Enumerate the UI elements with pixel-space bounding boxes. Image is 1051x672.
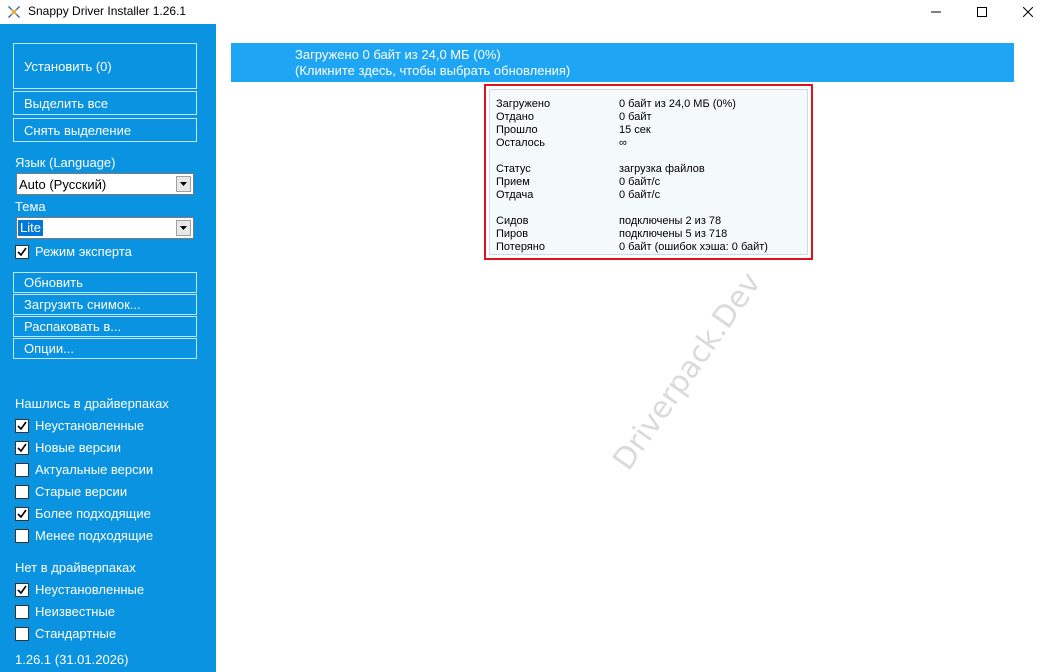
notfound-filter-label: Стандартные	[35, 626, 117, 641]
stats-key: Прием	[496, 176, 530, 188]
checkbox-box[interactable]	[15, 484, 29, 499]
download-stats-popup: Загружено 0 байт из 24,0 МБ (0%) Отдано 0 б…	[484, 84, 813, 260]
stats-key: Потеряно	[496, 241, 545, 253]
notfound-filter-checkbox[interactable]: Неустановленные	[15, 582, 144, 597]
stats-row: Прием 0 байт/с	[496, 176, 806, 189]
stats-row: Отдано 0 байт	[496, 111, 806, 124]
checkbox-box[interactable]	[15, 626, 29, 641]
checkbox-box[interactable]	[15, 528, 29, 543]
notfound-filter-checkbox[interactable]: Стандартные	[15, 626, 116, 641]
found-filter-label: Неустановленные	[35, 418, 145, 433]
download-stats-table: Загружено 0 байт из 24,0 МБ (0%) Отдано 0 б…	[489, 89, 808, 255]
notfound-filter-checkbox[interactable]: Неизвестные	[15, 604, 115, 619]
stats-value: подключены 5 из 718	[619, 228, 728, 240]
expert-mode-label: Режим эксперта	[35, 244, 132, 259]
stats-key: Статус	[496, 163, 531, 175]
minimize-button[interactable]	[913, 0, 959, 24]
stats-row: Прошло 15 сек	[496, 124, 806, 137]
stats-row: Пиров подключены 5 из 718	[496, 228, 806, 241]
download-banner[interactable]: Загружено 0 байт из 24,0 МБ (0%) (Кликни…	[231, 43, 1014, 82]
found-filter-label: Менее подходящие	[35, 528, 154, 543]
found-filter-checkbox[interactable]: Актуальные версии	[15, 462, 153, 477]
stats-value: загрузка файлов	[619, 163, 705, 175]
found-filter-label: Актуальные версии	[35, 462, 154, 477]
version-label: 1.26.1 (31.01.2026)	[15, 652, 129, 667]
maximize-button[interactable]	[959, 0, 1005, 24]
sidebar: Установить (0) Выделить все Снять выделе…	[0, 24, 214, 672]
deselect-button[interactable]: Снять выделение	[13, 118, 197, 142]
checkbox-box[interactable]	[15, 440, 29, 455]
stats-row: Отдача 0 байт/с	[496, 189, 806, 202]
expert-mode-checkbox[interactable]: Режим эксперта	[15, 244, 132, 259]
stats-value: подключены 2 из 78	[619, 215, 722, 227]
found-filter-checkbox[interactable]: Более подходящие	[15, 506, 151, 521]
stats-key: Загружено	[496, 98, 551, 110]
chevron-down-icon[interactable]	[176, 176, 191, 192]
stats-key: Прошло	[496, 124, 538, 136]
checkbox-box[interactable]	[15, 604, 29, 619]
title-bar: Snappy Driver Installer 1.26.1	[0, 0, 1051, 24]
notfound-filter-label: Неустановленные	[35, 582, 145, 597]
stats-value: 0 байт/с	[619, 189, 661, 201]
stats-key: Осталось	[496, 137, 545, 149]
stats-row: Потеряно 0 байт (ошибок хэша: 0 байт)	[496, 241, 806, 254]
stats-key: Отдано	[496, 111, 534, 123]
select-all-button[interactable]: Выделить все	[13, 91, 197, 115]
stats-row: Загружено 0 байт из 24,0 МБ (0%)	[496, 98, 806, 111]
stats-value: 0 байт	[619, 111, 652, 123]
stats-value: ∞	[619, 137, 627, 149]
checkbox-box[interactable]	[15, 506, 29, 521]
install-button[interactable]: Установить (0)	[13, 43, 197, 89]
theme-value: Lite	[18, 220, 43, 236]
stats-value: 15 сек	[619, 124, 651, 136]
stats-row: Сидов подключены 2 из 78	[496, 215, 806, 228]
found-filter-checkbox[interactable]: Новые версии	[15, 440, 121, 455]
checkbox-box[interactable]	[15, 582, 29, 597]
found-header: Нашлись в драйверпаках	[15, 396, 169, 411]
main-panel: Загружено 0 байт из 24,0 МБ (0%) (Кликни…	[214, 24, 1051, 672]
checkbox-box[interactable]	[15, 244, 29, 259]
stats-row: Статус загрузка файлов	[496, 163, 806, 176]
refresh-button[interactable]: Обновить	[13, 272, 197, 293]
load-snapshot-button[interactable]: Загрузить снимок...	[13, 294, 197, 315]
app-logo-icon	[6, 4, 22, 20]
stats-value: 0 байт/с	[619, 176, 661, 188]
chevron-down-icon[interactable]	[176, 220, 191, 236]
theme-select[interactable]: Lite	[16, 217, 194, 239]
close-button[interactable]	[1005, 0, 1051, 24]
watermark: Driverpack.Dev	[606, 266, 769, 477]
checkbox-box[interactable]	[15, 462, 29, 477]
download-status: Загружено 0 байт из 24,0 МБ (0%)	[295, 47, 501, 62]
language-select[interactable]: Auto (Русский)	[16, 173, 194, 195]
found-filter-label: Более подходящие	[35, 506, 151, 521]
found-filter-checkbox[interactable]: Неустановленные	[15, 418, 144, 433]
checkbox-box[interactable]	[15, 418, 29, 433]
theme-label: Тема	[15, 199, 46, 214]
window-title: Snappy Driver Installer 1.26.1	[28, 4, 187, 18]
stats-row: Осталось ∞	[496, 137, 806, 150]
found-filter-checkbox[interactable]: Старые версии	[15, 484, 127, 499]
notfound-header: Нет в драйверпаках	[15, 560, 136, 575]
stats-key: Отдача	[496, 189, 534, 201]
found-filter-checkbox[interactable]: Менее подходящие	[15, 528, 153, 543]
language-value: Auto (Русский)	[19, 177, 107, 192]
found-filter-label: Новые версии	[35, 440, 121, 455]
stats-key: Пиров	[496, 228, 529, 240]
stats-key: Сидов	[496, 215, 529, 227]
found-filter-label: Старые версии	[35, 484, 128, 499]
language-label: Язык (Language)	[15, 155, 116, 170]
options-button[interactable]: Опции...	[13, 338, 197, 359]
stats-value: 0 байт (ошибок хэша: 0 байт)	[619, 241, 768, 253]
extract-button[interactable]: Распаковать в...	[13, 316, 197, 337]
notfound-filter-label: Неизвестные	[35, 604, 116, 619]
download-hint: (Кликните здесь, чтобы выбрать обновлени…	[295, 63, 571, 78]
stats-value: 0 байт из 24,0 МБ (0%)	[619, 98, 736, 110]
